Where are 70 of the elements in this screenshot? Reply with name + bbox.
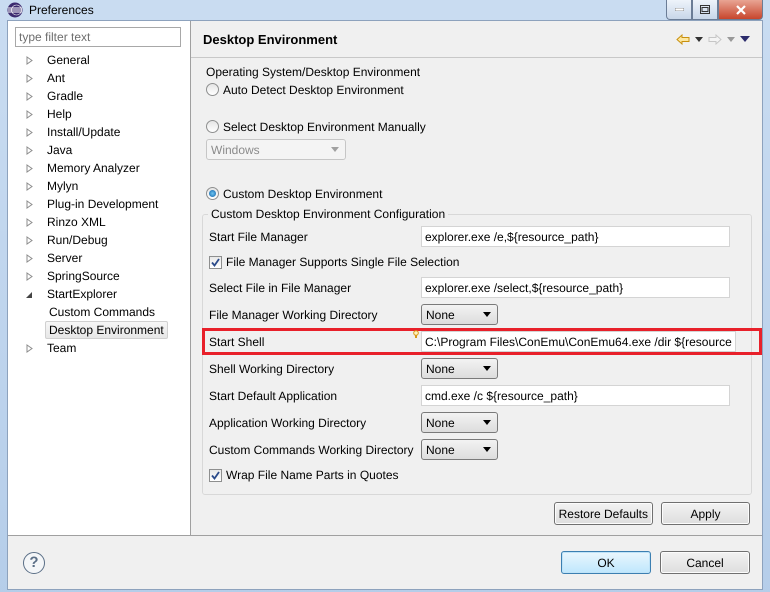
tree-item[interactable]: Memory Analyzer — [43, 159, 144, 177]
dialog-button[interactable]: Cancel — [660, 551, 750, 574]
input-field[interactable]: cmd.exe /c ${resource_path} — [421, 385, 730, 406]
tree-item[interactable]: Ant — [43, 69, 70, 87]
group-title: Custom Desktop Environment Configuration — [208, 207, 448, 221]
restore-icon — [700, 5, 710, 14]
expander-icon[interactable] — [25, 290, 34, 298]
tree-item[interactable]: Server — [43, 249, 86, 267]
tree-item[interactable]: Rinzo XML — [43, 213, 110, 231]
back-arrow-icon[interactable] — [676, 34, 690, 44]
caret-icon — [727, 36, 735, 42]
menu-icon[interactable] — [740, 36, 750, 42]
tree-item[interactable]: Custom Commands — [45, 303, 160, 321]
caret-icon — [483, 312, 491, 317]
tree-item[interactable]: Help — [43, 105, 76, 123]
section-label: Operating System/Desktop Environment — [206, 65, 422, 79]
caret-icon — [483, 366, 491, 371]
checkbox-label: File Manager Supports Single File Selection — [226, 255, 460, 269]
tree-item[interactable]: Desktop Environment — [45, 321, 168, 339]
field-label: Start File Manager — [209, 230, 309, 244]
minimize-icon — [674, 8, 684, 11]
tree-item[interactable]: Java — [43, 141, 76, 159]
input-field[interactable]: explorer.exe /e,${resource_path} — [421, 226, 730, 247]
radio-button[interactable] — [206, 83, 219, 96]
field-label: File Manager Working Directory — [209, 308, 378, 322]
close-icon — [736, 4, 746, 14]
caret-icon — [483, 420, 491, 425]
tree-item[interactable]: Gradle — [43, 87, 88, 105]
radio-label: Auto Detect Desktop Environment — [223, 82, 404, 96]
maximize-button[interactable] — [692, 0, 718, 20]
field-label: Start Shell — [209, 334, 266, 348]
checkbox[interactable] — [209, 256, 222, 268]
radio-button[interactable] — [206, 120, 219, 133]
field-label: Shell Working Directory — [209, 362, 336, 376]
dropdown[interactable]: None — [421, 439, 498, 460]
caret-icon — [331, 147, 339, 152]
dialog-button[interactable]: OK — [561, 551, 651, 574]
tree-item[interactable]: Team — [43, 339, 80, 357]
radio-label: Custom Desktop Environment — [223, 186, 382, 200]
lightbulb-icon — [413, 330, 419, 339]
close-button[interactable] — [718, 0, 763, 20]
field-label: Select File in File Manager — [209, 280, 352, 294]
radio-button[interactable] — [206, 187, 219, 200]
dropdown[interactable]: None — [421, 304, 498, 325]
minimize-button[interactable] — [666, 0, 692, 20]
tree-item[interactable]: Mylyn — [43, 177, 82, 195]
filter-field[interactable]: type filter text — [15, 27, 181, 47]
page-button[interactable]: Apply — [661, 502, 750, 525]
field-label: Start Default Application — [209, 388, 338, 402]
dropdown[interactable]: None — [421, 412, 498, 433]
tree-item[interactable]: General — [43, 51, 94, 69]
checkbox[interactable] — [209, 468, 222, 482]
radio-label: Select Desktop Environment Manually — [223, 120, 426, 134]
page-button[interactable]: Restore Defaults — [554, 502, 653, 525]
tree-item[interactable]: SpringSource — [43, 267, 124, 285]
app-icon — [7, 2, 23, 18]
tree-item[interactable]: Plug-in Development — [43, 195, 162, 213]
tree-item[interactable]: Install/Update — [43, 123, 124, 141]
input-field[interactable]: explorer.exe /select,${resource_path} — [421, 277, 730, 298]
caret-icon — [695, 36, 703, 42]
caret-icon — [483, 447, 491, 452]
field-label: Custom Commands Working Directory — [209, 442, 414, 456]
help-button[interactable]: ? — [23, 552, 45, 574]
field-label: Application Working Directory — [209, 416, 368, 430]
tree-item[interactable]: StartExplorer — [43, 285, 122, 303]
dropdown[interactable]: None — [421, 358, 498, 379]
page-title: Desktop Environment — [203, 32, 338, 46]
checkbox-label: Wrap File Name Parts in Quotes — [226, 468, 399, 482]
window-title: Preferences — [29, 3, 94, 17]
tree-item[interactable]: Run/Debug — [43, 231, 112, 249]
